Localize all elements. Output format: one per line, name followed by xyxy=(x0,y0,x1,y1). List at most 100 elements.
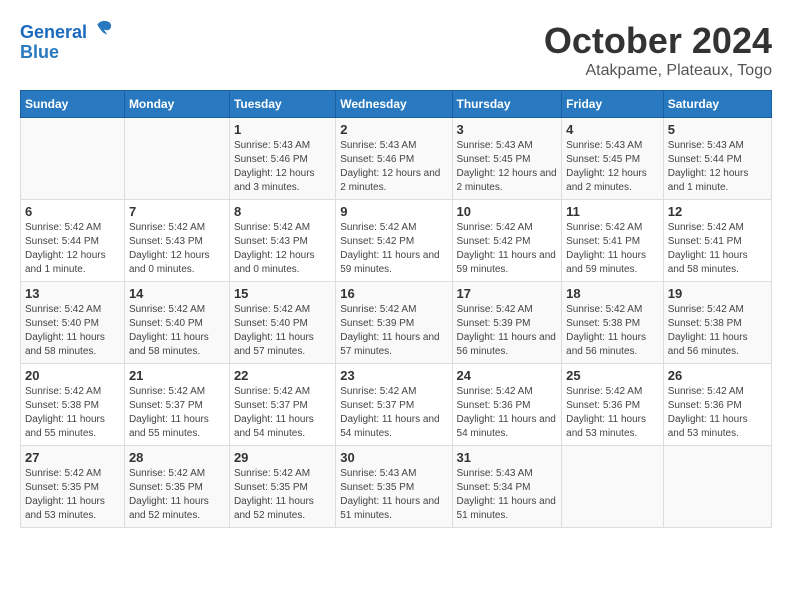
day-number: 17 xyxy=(457,286,558,301)
calendar-header-row: SundayMondayTuesdayWednesdayThursdayFrid… xyxy=(21,91,772,118)
logo: General Blue xyxy=(20,20,114,63)
col-header-wednesday: Wednesday xyxy=(336,91,452,118)
day-number: 21 xyxy=(129,368,225,383)
day-number: 9 xyxy=(340,204,447,219)
day-info: Sunrise: 5:43 AM Sunset: 5:46 PM Dayligh… xyxy=(234,139,331,195)
calendar-cell: 8Sunrise: 5:42 AM Sunset: 5:43 PM Daylig… xyxy=(229,200,335,282)
calendar-cell: 20 Sunrise: 5:42 AM Sunset: 5:38 PM Dayli… xyxy=(21,364,125,446)
calendar-cell: 16 Sunrise: 5:42 AM Sunset: 5:39 PM Dayli… xyxy=(336,282,452,364)
col-header-tuesday: Tuesday xyxy=(229,91,335,118)
calendar-cell: 23Sunrise: 5:42 AM Sunset: 5:37 PM Dayli… xyxy=(336,364,452,446)
day-info: Sunrise: 5:43 AM Sunset: 5:45 PM Dayligh… xyxy=(566,139,659,195)
day-number: 27 xyxy=(25,450,120,465)
day-number: 23 xyxy=(340,368,447,383)
calendar-row-week-4: 20 Sunrise: 5:42 AM Sunset: 5:38 PM Dayli… xyxy=(21,364,772,446)
day-number: 31 xyxy=(457,450,558,465)
day-info: Sunrise: 5:43 AM Sunset: 5:44 PM Dayligh… xyxy=(668,139,767,195)
day-number: 22 xyxy=(234,368,331,383)
day-info: Sunrise: 5:42 AM Sunset: 5:37 PM Dayligh… xyxy=(234,385,331,441)
day-number: 12 xyxy=(668,204,767,219)
day-number: 20 xyxy=(25,368,120,383)
calendar-cell: 9Sunrise: 5:42 AM Sunset: 5:42 PM Daylig… xyxy=(336,200,452,282)
day-info: Sunrise: 5:43 AM Sunset: 5:34 PM Dayligh… xyxy=(457,467,558,523)
calendar-row-week-5: 27 Sunrise: 5:42 AM Sunset: 5:35 PM Dayli… xyxy=(21,446,772,528)
day-info: Sunrise: 5:42 AM Sunset: 5:43 PM Dayligh… xyxy=(234,221,331,277)
col-header-sunday: Sunday xyxy=(21,91,125,118)
day-info: Sunrise: 5:42 AM Sunset: 5:35 PM Dayligh… xyxy=(129,467,225,523)
calendar-cell xyxy=(663,446,771,528)
calendar-cell xyxy=(124,118,229,200)
calendar-cell: 12Sunrise: 5:42 AM Sunset: 5:41 PM Dayli… xyxy=(663,200,771,282)
day-info: Sunrise: 5:42 AM Sunset: 5:35 PM Dayligh… xyxy=(25,467,120,523)
calendar-cell: 25 Sunrise: 5:42 AM Sunset: 5:36 PM Dayli… xyxy=(562,364,664,446)
calendar-cell: 2Sunrise: 5:43 AM Sunset: 5:46 PM Daylig… xyxy=(336,118,452,200)
day-number: 3 xyxy=(457,122,558,137)
col-header-friday: Friday xyxy=(562,91,664,118)
page-title: October 2024 xyxy=(544,20,772,62)
calendar-cell: 5Sunrise: 5:43 AM Sunset: 5:44 PM Daylig… xyxy=(663,118,771,200)
day-number: 16 xyxy=(340,286,447,301)
day-number: 2 xyxy=(340,122,447,137)
day-number: 29 xyxy=(234,450,331,465)
day-info: Sunrise: 5:42 AM Sunset: 5:42 PM Dayligh… xyxy=(457,221,558,277)
day-number: 30 xyxy=(340,450,447,465)
day-info: Sunrise: 5:42 AM Sunset: 5:36 PM Dayligh… xyxy=(566,385,659,441)
day-info: Sunrise: 5:42 AM Sunset: 5:43 PM Dayligh… xyxy=(129,221,225,277)
calendar-cell: 3 Sunrise: 5:43 AM Sunset: 5:45 PM Daylig… xyxy=(452,118,562,200)
day-info: Sunrise: 5:42 AM Sunset: 5:39 PM Dayligh… xyxy=(340,303,447,359)
day-number: 10 xyxy=(457,204,558,219)
day-number: 19 xyxy=(668,286,767,301)
day-info: Sunrise: 5:42 AM Sunset: 5:41 PM Dayligh… xyxy=(566,221,659,277)
calendar-cell: 28Sunrise: 5:42 AM Sunset: 5:35 PM Dayli… xyxy=(124,446,229,528)
day-info: Sunrise: 5:42 AM Sunset: 5:38 PM Dayligh… xyxy=(566,303,659,359)
calendar-cell: 18 Sunrise: 5:42 AM Sunset: 5:38 PM Dayli… xyxy=(562,282,664,364)
calendar-row-week-2: 6 Sunrise: 5:42 AM Sunset: 5:44 PM Daylig… xyxy=(21,200,772,282)
day-info: Sunrise: 5:42 AM Sunset: 5:36 PM Dayligh… xyxy=(668,385,767,441)
day-info: Sunrise: 5:42 AM Sunset: 5:37 PM Dayligh… xyxy=(129,385,225,441)
day-info: Sunrise: 5:42 AM Sunset: 5:38 PM Dayligh… xyxy=(25,385,120,441)
calendar-table: SundayMondayTuesdayWednesdayThursdayFrid… xyxy=(20,90,772,528)
day-number: 4 xyxy=(566,122,659,137)
calendar-cell: 27 Sunrise: 5:42 AM Sunset: 5:35 PM Dayli… xyxy=(21,446,125,528)
calendar-cell: 7 Sunrise: 5:42 AM Sunset: 5:43 PM Daylig… xyxy=(124,200,229,282)
day-info: Sunrise: 5:42 AM Sunset: 5:40 PM Dayligh… xyxy=(234,303,331,359)
day-info: Sunrise: 5:42 AM Sunset: 5:40 PM Dayligh… xyxy=(25,303,120,359)
calendar-cell: 26 Sunrise: 5:42 AM Sunset: 5:36 PM Dayli… xyxy=(663,364,771,446)
page-subtitle: Atakpame, Plateaux, Togo xyxy=(544,62,772,80)
day-number: 26 xyxy=(668,368,767,383)
day-number: 7 xyxy=(129,204,225,219)
logo-bird-icon xyxy=(94,18,114,38)
calendar-cell xyxy=(21,118,125,200)
col-header-thursday: Thursday xyxy=(452,91,562,118)
calendar-cell: 1 Sunrise: 5:43 AM Sunset: 5:46 PM Daylig… xyxy=(229,118,335,200)
col-header-saturday: Saturday xyxy=(663,91,771,118)
calendar-cell: 11 Sunrise: 5:42 AM Sunset: 5:41 PM Dayli… xyxy=(562,200,664,282)
calendar-cell: 30 Sunrise: 5:43 AM Sunset: 5:35 PM Dayli… xyxy=(336,446,452,528)
calendar-cell: 14Sunrise: 5:42 AM Sunset: 5:40 PM Dayli… xyxy=(124,282,229,364)
col-header-monday: Monday xyxy=(124,91,229,118)
day-number: 1 xyxy=(234,122,331,137)
calendar-cell xyxy=(562,446,664,528)
day-number: 11 xyxy=(566,204,659,219)
calendar-cell: 4 Sunrise: 5:43 AM Sunset: 5:45 PM Daylig… xyxy=(562,118,664,200)
day-number: 6 xyxy=(25,204,120,219)
day-info: Sunrise: 5:43 AM Sunset: 5:35 PM Dayligh… xyxy=(340,467,447,523)
calendar-cell: 15Sunrise: 5:42 AM Sunset: 5:40 PM Dayli… xyxy=(229,282,335,364)
day-number: 14 xyxy=(129,286,225,301)
title-block: October 2024 Atakpame, Plateaux, Togo xyxy=(544,20,772,80)
day-info: Sunrise: 5:42 AM Sunset: 5:44 PM Dayligh… xyxy=(25,221,120,277)
calendar-row-week-3: 13 Sunrise: 5:42 AM Sunset: 5:40 PM Dayli… xyxy=(21,282,772,364)
day-number: 18 xyxy=(566,286,659,301)
calendar-cell: 13 Sunrise: 5:42 AM Sunset: 5:40 PM Dayli… xyxy=(21,282,125,364)
calendar-cell: 17Sunrise: 5:42 AM Sunset: 5:39 PM Dayli… xyxy=(452,282,562,364)
day-info: Sunrise: 5:43 AM Sunset: 5:45 PM Dayligh… xyxy=(457,139,558,195)
calendar-cell: 10 Sunrise: 5:42 AM Sunset: 5:42 PM Dayli… xyxy=(452,200,562,282)
logo-text2: Blue xyxy=(20,43,114,63)
calendar-cell: 29Sunrise: 5:42 AM Sunset: 5:35 PM Dayli… xyxy=(229,446,335,528)
page-header: General Blue October 2024 Atakpame, Plat… xyxy=(20,20,772,80)
calendar-cell: 31 Sunrise: 5:43 AM Sunset: 5:34 PM Dayli… xyxy=(452,446,562,528)
day-number: 25 xyxy=(566,368,659,383)
calendar-row-week-1: 1 Sunrise: 5:43 AM Sunset: 5:46 PM Daylig… xyxy=(21,118,772,200)
day-number: 13 xyxy=(25,286,120,301)
day-number: 24 xyxy=(457,368,558,383)
